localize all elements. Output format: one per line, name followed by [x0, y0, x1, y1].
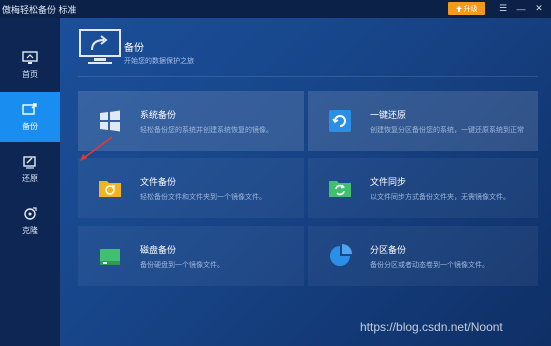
backup-monitor-icon [78, 28, 122, 68]
one-key-restore-card[interactable]: 一键还原 创建恢复分区备份您的系统，一键还原系统到正常 [308, 91, 538, 151]
menu-icon[interactable]: ☰ [496, 2, 510, 15]
home-monitor-icon [22, 50, 38, 65]
app-title: 傲梅轻松备份 标准 [2, 4, 77, 15]
minimize-icon[interactable]: — [514, 2, 528, 15]
windows-icon [98, 109, 122, 133]
partition-icon [328, 244, 352, 268]
watermark-text: https://blog.csdn.net/Noont [360, 320, 503, 334]
file-sync-card[interactable]: 文件同步 以文件同步方式备份文件夹，无需镜像文件。 [308, 158, 538, 218]
restore-icon [22, 155, 38, 169]
sidebar: 首页 备份 还原 克隆 [0, 18, 60, 346]
sidebar-item-label: 克隆 [22, 225, 38, 235]
card-title: 文件备份 [140, 177, 177, 187]
sidebar-item-home[interactable]: 首页 [0, 40, 60, 90]
card-desc: 备份分区或者动态卷到一个镜像文件。 [370, 262, 489, 269]
card-title: 系统备份 [140, 110, 177, 120]
disk-backup-card[interactable]: 磁盘备份 备份硬盘到一个镜像文件。 [78, 226, 304, 286]
card-title: 分区备份 [370, 245, 407, 255]
file-backup-card[interactable]: 文件备份 轻松备份文件和文件夹到一个镜像文件。 [78, 158, 304, 218]
card-desc: 轻松备份文件和文件夹到一个镜像文件。 [140, 194, 266, 201]
card-title: 磁盘备份 [140, 245, 177, 255]
header-divider [78, 76, 538, 77]
partition-backup-card[interactable]: 分区备份 备份分区或者动态卷到一个镜像文件。 [308, 226, 538, 286]
upgrade-label: 升级 [463, 5, 478, 13]
one-key-restore-icon [328, 109, 352, 133]
folder-backup-icon [98, 176, 122, 200]
clone-icon [22, 206, 38, 221]
main-panel: 备份 开始您的数据保护之旅 系统备份 轻松备份您的系统并创建系统恢复的镜像。 一… [60, 18, 551, 346]
card-desc: 创建恢复分区备份您的系统，一键还原系统到正常 [370, 127, 524, 134]
page-title: 备份 [124, 43, 144, 54]
folder-sync-icon [328, 176, 352, 200]
page-subtitle: 开始您的数据保护之旅 [124, 58, 194, 65]
sidebar-item-clone[interactable]: 克隆 [0, 196, 60, 246]
card-title: 一键还原 [370, 110, 407, 120]
sidebar-item-label: 还原 [22, 173, 38, 183]
sidebar-item-label: 备份 [22, 121, 38, 131]
backup-icon [22, 102, 38, 117]
close-icon[interactable]: ✕ [532, 2, 546, 15]
sidebar-item-label: 首页 [22, 69, 38, 79]
upgrade-button[interactable]: 升级 [448, 2, 485, 15]
sidebar-item-restore[interactable]: 还原 [0, 144, 60, 194]
sidebar-item-backup[interactable]: 备份 [0, 92, 60, 142]
card-desc: 以文件同步方式备份文件夹，无需镜像文件。 [370, 194, 510, 201]
disk-icon [98, 244, 122, 268]
card-desc: 备份硬盘到一个镜像文件。 [140, 262, 224, 269]
upgrade-arrow-icon [455, 5, 462, 12]
card-desc: 轻松备份您的系统并创建系统恢复的镜像。 [140, 127, 273, 134]
card-title: 文件同步 [370, 177, 407, 187]
annotation-arrow-icon [80, 136, 113, 161]
